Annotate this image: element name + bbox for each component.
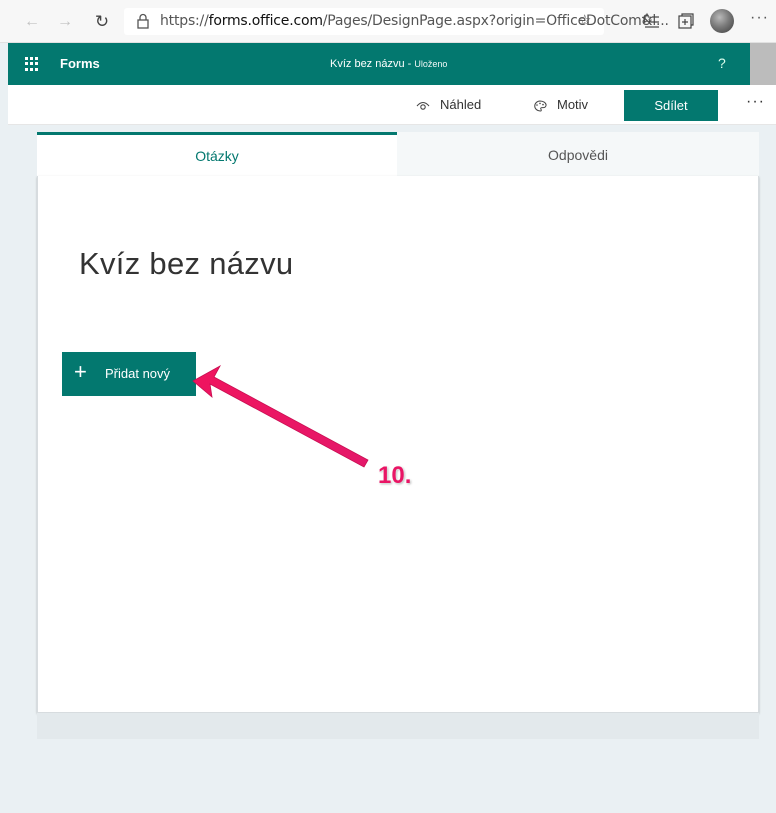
browser-more-icon[interactable]: ···	[750, 9, 769, 27]
add-new-button[interactable]: + Přidat nový	[62, 352, 196, 396]
app-launcher-icon[interactable]	[25, 57, 39, 71]
document-title: Kvíz bez názvu - Uloženo	[330, 58, 448, 70]
preview-button[interactable]: Náhled	[416, 97, 481, 112]
favorites-list-icon[interactable]	[642, 12, 660, 30]
reload-icon[interactable]: ↻	[92, 12, 112, 32]
url-text: https://forms.office.com/Pages/DesignPag…	[160, 13, 669, 29]
help-icon[interactable]: ?	[718, 55, 726, 71]
forms-header: Forms Kvíz bez názvu - Uloženo ?	[8, 43, 776, 85]
share-button[interactable]: Sdílet	[624, 90, 718, 121]
lock-icon	[137, 13, 149, 29]
tab-responses[interactable]: Odpovědi	[397, 132, 759, 176]
card-footer	[37, 713, 759, 739]
theme-button[interactable]: Motiv	[533, 97, 588, 112]
plus-icon: +	[74, 359, 87, 384]
palette-icon	[534, 100, 547, 112]
form-toolbar: Náhled Motiv Sdílet ···	[8, 85, 776, 125]
profile-avatar[interactable]	[710, 9, 734, 33]
quiz-title[interactable]: Kvíz bez názvu	[79, 246, 293, 282]
app-name[interactable]: Forms	[60, 56, 100, 71]
collections-icon[interactable]	[677, 12, 695, 30]
add-new-label: Přidat nový	[105, 366, 171, 381]
favorite-star-icon[interactable]: ☆	[578, 11, 591, 29]
tab-questions[interactable]: Otázky	[37, 132, 397, 176]
tab-bar: Otázky Odpovědi	[37, 132, 759, 176]
forward-arrow-icon[interactable]: →	[55, 12, 75, 32]
browser-toolbar: ← → ↻ https://forms.office.com/Pages/Des…	[0, 0, 776, 43]
form-card: Kvíz bez názvu + Přidat nový	[37, 176, 759, 713]
save-status: Uloženo	[414, 59, 448, 69]
more-options-icon[interactable]: ···	[746, 93, 765, 111]
step-number-label: 10.	[378, 462, 412, 489]
window-scrollbar[interactable]	[748, 43, 776, 85]
address-bar[interactable]: https://forms.office.com/Pages/DesignPag…	[124, 8, 669, 35]
eye-icon	[416, 101, 430, 110]
back-arrow-icon[interactable]: ←	[22, 12, 42, 32]
